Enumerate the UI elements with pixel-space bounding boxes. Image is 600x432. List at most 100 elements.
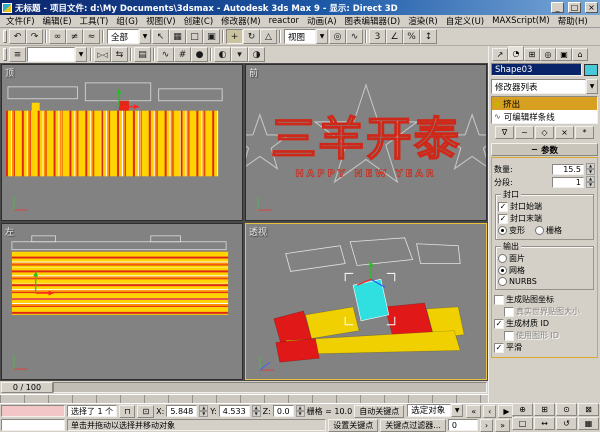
- selection-lock-toggle[interactable]: ⊓: [119, 404, 136, 418]
- quick-render-icon[interactable]: ◑: [248, 47, 265, 62]
- key-filters-button[interactable]: 关键点过滤器...: [380, 418, 446, 432]
- menu-item-tools[interactable]: 工具(T): [76, 15, 113, 27]
- redo-icon[interactable]: ↷: [26, 29, 43, 44]
- bind-to-spacewarp-icon[interactable]: ≈: [83, 29, 100, 44]
- set-key-button[interactable]: 设置关键点: [328, 418, 379, 432]
- chevron-down-icon[interactable]: ▼: [586, 79, 598, 94]
- chevron-down-icon[interactable]: ▼: [75, 47, 87, 62]
- time-slider-track[interactable]: [53, 382, 487, 393]
- go-to-end-button[interactable]: »: [495, 418, 510, 432]
- menu-item-group[interactable]: 组(G): [112, 15, 142, 27]
- chevron-down-icon[interactable]: ▼: [316, 29, 328, 44]
- auto-key-button[interactable]: 自动关键点: [354, 404, 405, 418]
- mirror-icon[interactable]: ▷◁: [94, 47, 111, 62]
- viewport-perspective[interactable]: 透视: [245, 223, 487, 380]
- configure-modifier-sets-icon[interactable]: *: [575, 126, 594, 139]
- viewport-perspective-label[interactable]: 透视: [249, 225, 267, 238]
- generate-material-ids-checkbox[interactable]: ✓: [494, 318, 504, 329]
- mesh-radio[interactable]: [498, 266, 507, 275]
- cap-start-checkbox[interactable]: ✓: [498, 201, 508, 212]
- menu-item-edit[interactable]: 编辑(E): [39, 15, 76, 27]
- zoom-all-icon[interactable]: ⊞: [534, 403, 555, 416]
- real-world-map-size-checkbox[interactable]: [504, 306, 514, 317]
- named-selection-sets-dropdown[interactable]: ▼: [27, 47, 87, 62]
- select-and-scale-icon[interactable]: △: [260, 29, 277, 44]
- previous-frame-button[interactable]: ‹: [483, 404, 497, 418]
- toolbar-handle[interactable]: [3, 48, 7, 61]
- rectangular-selection-region-icon[interactable]: □: [186, 29, 203, 44]
- cap-end-checkbox[interactable]: ✓: [498, 213, 508, 224]
- material-editor-icon[interactable]: ●: [191, 47, 208, 62]
- persp-text-object[interactable]: [273, 278, 465, 363]
- zoom-region-icon[interactable]: □: [512, 417, 533, 430]
- menu-item-reactor[interactable]: reactor: [265, 16, 303, 26]
- pin-stack-icon[interactable]: ∇: [495, 126, 514, 139]
- show-end-result-icon[interactable]: ~: [515, 126, 534, 139]
- undo-icon[interactable]: ↶: [9, 29, 26, 44]
- nurbs-radio[interactable]: [498, 277, 507, 286]
- viewport-left[interactable]: 左: [1, 223, 243, 380]
- viewport-top-label[interactable]: 顶: [5, 66, 14, 79]
- menu-item-modifiers[interactable]: 修改器(M): [217, 15, 264, 27]
- modifier-list-dropdown[interactable]: 修改器列表 ▼: [491, 79, 598, 94]
- zoom-icon[interactable]: ⊕: [512, 403, 533, 416]
- mini-listener-field[interactable]: [1, 419, 65, 431]
- render-type-icon[interactable]: ▾: [231, 47, 248, 62]
- time-slider-handle[interactable]: 0 / 100: [1, 382, 53, 393]
- percent-snap-icon[interactable]: %: [403, 29, 420, 44]
- z-spinner[interactable]: ▲ ▼: [295, 405, 305, 417]
- grid-radio[interactable]: [535, 226, 544, 235]
- move-gizmo[interactable]: [116, 88, 139, 110]
- menu-item-animation[interactable]: 动画(A): [303, 15, 340, 27]
- tab-display[interactable]: ▣: [556, 48, 572, 61]
- menu-item-maxscript[interactable]: MAXScript(M): [488, 16, 554, 26]
- segments-spinner[interactable]: ▲ ▼: [586, 176, 595, 188]
- use-shape-ids-checkbox[interactable]: [504, 330, 514, 341]
- angle-snap-icon[interactable]: ∠: [386, 29, 403, 44]
- remove-modifier-icon[interactable]: ×: [555, 126, 574, 139]
- close-button[interactable]: ×: [585, 2, 598, 13]
- curve-editor-icon[interactable]: ∿: [157, 47, 174, 62]
- schematic-view-icon[interactable]: #: [174, 47, 191, 62]
- stack-item-extrude[interactable]: ● 挤出: [492, 97, 597, 110]
- menu-item-graph-editors[interactable]: 图表编辑器(D): [341, 15, 405, 27]
- arc-rotate-icon[interactable]: ↺: [556, 417, 577, 430]
- select-and-rotate-icon[interactable]: ↻: [243, 29, 260, 44]
- object-name-field[interactable]: Shape03: [491, 63, 582, 76]
- select-object-icon[interactable]: ↖: [152, 29, 169, 44]
- maximize-button[interactable]: □: [568, 2, 581, 13]
- menu-item-create[interactable]: 创建(C): [180, 15, 218, 27]
- chevron-down-icon[interactable]: ▼: [139, 29, 151, 44]
- title-bar[interactable]: 无标题 - 项目文件: d:\My Documents\3dsmax - Aut…: [0, 0, 600, 15]
- z-coordinate-field[interactable]: 0.0: [272, 405, 294, 417]
- pan-icon[interactable]: ↔: [534, 417, 555, 430]
- amount-spinner[interactable]: ▲ ▼: [586, 163, 595, 175]
- make-unique-icon[interactable]: ◇: [535, 126, 554, 139]
- edit-named-sets-icon[interactable]: ≡: [9, 47, 26, 62]
- next-frame-button[interactable]: ›: [479, 418, 494, 432]
- min-max-toggle-icon[interactable]: ▦: [578, 417, 599, 430]
- x-spinner[interactable]: ▲ ▼: [199, 405, 209, 417]
- current-frame-field[interactable]: 0: [447, 419, 478, 431]
- go-to-start-button[interactable]: «: [466, 404, 482, 418]
- menu-item-views[interactable]: 视图(V): [142, 15, 179, 27]
- track-bar[interactable]: [0, 394, 488, 403]
- layer-manager-icon[interactable]: ▤: [134, 47, 151, 62]
- render-scene-icon[interactable]: ◐: [214, 47, 231, 62]
- use-pivot-center-icon[interactable]: ◎: [329, 29, 346, 44]
- select-and-manipulate-icon[interactable]: ∿: [346, 29, 363, 44]
- tab-utilities[interactable]: ⌂: [572, 48, 588, 61]
- y-spinner[interactable]: ▲ ▼: [251, 405, 261, 417]
- window-crossing-icon[interactable]: ▣: [203, 29, 220, 44]
- key-mode-dropdown[interactable]: 选定对象 ▼: [407, 404, 464, 418]
- menu-item-file[interactable]: 文件(F): [2, 15, 39, 27]
- spinner-snap-icon[interactable]: ↕: [420, 29, 437, 44]
- menu-item-help[interactable]: 帮助(H): [554, 15, 592, 27]
- chevron-down-icon[interactable]: ▼: [451, 404, 464, 417]
- select-and-link-icon[interactable]: ∞: [49, 29, 66, 44]
- patch-radio[interactable]: [498, 254, 507, 263]
- tab-modify[interactable]: ◔: [508, 46, 524, 61]
- toolbar-handle[interactable]: [3, 30, 7, 43]
- tab-motion[interactable]: ◎: [540, 48, 556, 61]
- select-by-name-icon[interactable]: ▦: [169, 29, 186, 44]
